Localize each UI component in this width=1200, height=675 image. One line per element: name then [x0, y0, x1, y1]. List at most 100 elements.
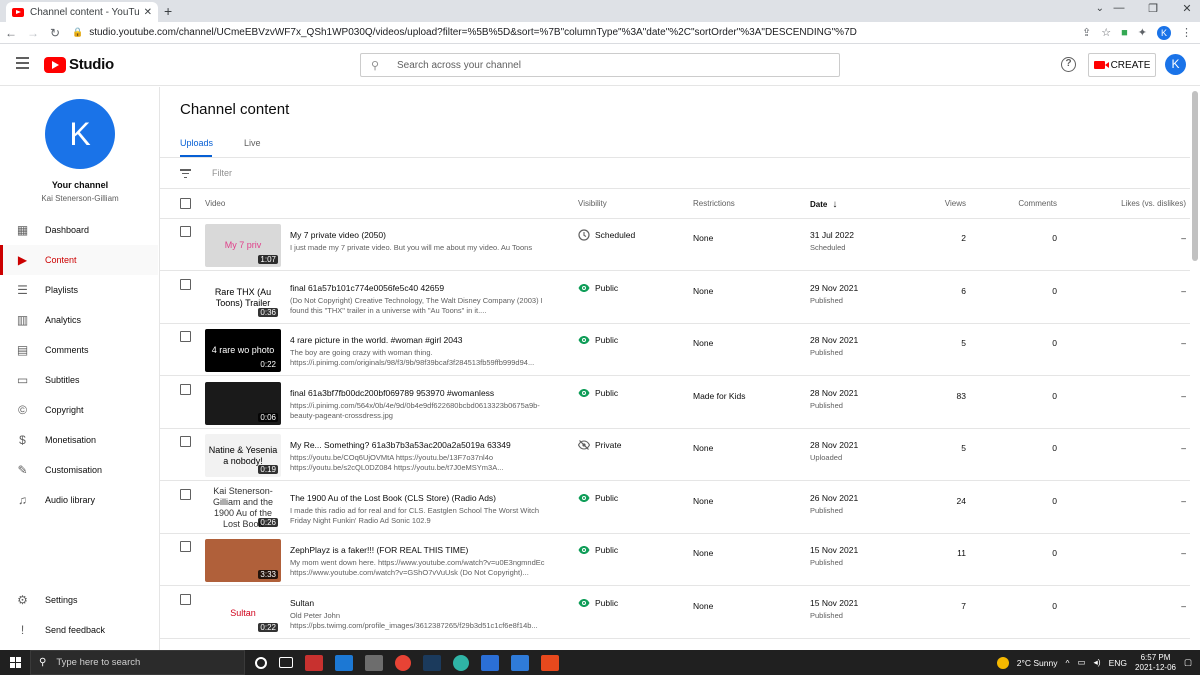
table-row[interactable]: Kai Stenerson-Gilliam and the 1900 Au of…	[160, 482, 1190, 534]
cortana-icon[interactable]	[255, 656, 267, 669]
mail-icon[interactable]	[335, 654, 353, 671]
video-title[interactable]: ZephPlayz is a faker!!! (FOR REAL THIS T…	[290, 545, 558, 555]
video-thumbnail[interactable]: My 7 priv 1:07	[205, 224, 281, 267]
sidebar-item-audio-library[interactable]: ♫ Audio library	[0, 485, 158, 515]
sidebar-item-subtitles[interactable]: ▭ Subtitles	[0, 365, 158, 395]
table-row[interactable]: 4 rare wo photo 0:22 4 rare picture in the…	[160, 324, 1190, 376]
tab-close-icon[interactable]: ✕	[144, 7, 152, 18]
column-header-date[interactable]: Date ↓	[810, 199, 837, 210]
table-row[interactable]: 0:06 final 61a3bf7fb00dc200bf069789 95397…	[160, 377, 1190, 429]
extension-icon[interactable]: ■	[1121, 27, 1128, 39]
table-row[interactable]: Natine & Yesenia a nobody! 0:19 My Re... S…	[160, 429, 1190, 481]
video-title[interactable]: The 1900 Au of the Lost Book (CLS Store)…	[290, 493, 558, 503]
puzzle-icon[interactable]: ✦	[1138, 26, 1147, 39]
video-title[interactable]: My Re... Something? 61a3b7b3a53ac200a2a5…	[290, 440, 558, 450]
close-window-button[interactable]: ✕	[1180, 2, 1194, 15]
app-icon[interactable]	[365, 654, 383, 671]
tab-uploads[interactable]: Uploads	[180, 138, 213, 148]
reload-icon[interactable]: ↻	[44, 26, 66, 40]
clock[interactable]: 6:57 PM 2021-12-06	[1135, 653, 1176, 673]
bookmark-star-icon[interactable]: ☆	[1101, 26, 1111, 39]
steam-icon[interactable]	[423, 654, 441, 671]
lock-icon[interactable]: 🔒	[72, 27, 83, 38]
store-icon[interactable]	[481, 654, 499, 671]
volume-icon[interactable]: ◂)	[1094, 657, 1101, 668]
help-icon[interactable]: ?	[1061, 57, 1076, 72]
select-all-checkbox[interactable]	[180, 198, 191, 209]
language-indicator[interactable]: ENG	[1109, 658, 1127, 668]
scrollbar-thumb[interactable]	[1192, 91, 1198, 261]
back-icon[interactable]: ←	[0, 26, 22, 40]
taskbar-search[interactable]: ⚲ Type here to search	[30, 650, 245, 675]
minimize-button[interactable]: —	[1112, 2, 1126, 15]
row-checkbox[interactable]	[180, 593, 191, 605]
tab-search-icon[interactable]: ⌄	[1096, 3, 1104, 14]
sidebar-item-analytics[interactable]: ▥ Analytics	[0, 305, 158, 335]
network-icon[interactable]: ▭	[1077, 657, 1085, 668]
row-checkbox[interactable]	[180, 331, 191, 342]
windows-start-icon[interactable]	[0, 650, 30, 675]
video-title[interactable]: My 7 private video (2050)	[290, 230, 558, 240]
visibility-dropdown[interactable]: Public	[578, 387, 618, 399]
sidebar-item-monetisation[interactable]: $ Monetisation	[0, 425, 158, 455]
visibility-dropdown[interactable]: Scheduled	[578, 229, 635, 241]
column-header-views[interactable]: Views	[945, 199, 966, 208]
sidebar-item-customisation[interactable]: ✎ Customisation	[0, 455, 158, 485]
table-row[interactable]: My 7 priv 1:07 My 7 private video (2050) I …	[160, 219, 1190, 271]
browser-profile-avatar[interactable]: K	[1157, 25, 1171, 40]
browser-tab[interactable]: Channel content - YouTube Studio ✕	[6, 2, 158, 22]
row-checkbox[interactable]	[180, 383, 191, 395]
new-tab-button[interactable]: +	[164, 3, 172, 19]
weather-text[interactable]: 2°C Sunny	[1017, 658, 1058, 668]
video-title[interactable]: final 61a57b101c774e0056fe5c40 42659	[290, 283, 558, 293]
video-title[interactable]: 4 rare picture in the world. #woman #gir…	[290, 335, 558, 345]
video-thumbnail[interactable]: Natine & Yesenia a nobody! 0:19	[205, 434, 281, 477]
sidebar-item-comments[interactable]: ▤ Comments	[0, 335, 158, 365]
row-checkbox[interactable]	[180, 226, 191, 237]
visibility-dropdown[interactable]: Public	[578, 334, 618, 346]
browser-menu-icon[interactable]: ⋮	[1181, 26, 1192, 39]
filter-icon[interactable]	[180, 169, 191, 178]
forward-icon[interactable]: →	[22, 26, 44, 40]
search-icon[interactable]: ⚲	[371, 59, 383, 72]
tab-live[interactable]: Live	[244, 138, 261, 148]
video-title[interactable]: final 61a3bf7fb00dc200bf069789 953970 #w…	[290, 388, 558, 398]
visibility-dropdown[interactable]: Public	[578, 492, 618, 504]
table-row[interactable]: Sultan 0:22 Sultan Old Peter John https://p…	[160, 587, 1190, 639]
video-title[interactable]: Sultan	[290, 598, 558, 608]
create-button[interactable]: CREATE	[1088, 53, 1156, 77]
task-view-icon[interactable]	[279, 657, 293, 668]
app-icon[interactable]	[305, 654, 323, 671]
video-thumbnail[interactable]: 0:06	[205, 381, 281, 425]
sidebar-item-playlists[interactable]: ☰ Playlists	[0, 275, 158, 305]
video-thumbnail[interactable]: Kai Stenerson-Gilliam and the 1900 Au of…	[205, 486, 281, 530]
column-header-comments[interactable]: Comments	[1018, 199, 1057, 208]
sidebar-item-content[interactable]: ▶ Content	[0, 245, 158, 275]
chrome-icon[interactable]	[395, 654, 411, 671]
sidebar-item-copyright[interactable]: © Copyright	[0, 395, 158, 425]
row-checkbox[interactable]	[180, 278, 191, 290]
notifications-icon[interactable]: ▢	[1184, 657, 1192, 668]
filter-input[interactable]: Filter	[212, 168, 232, 178]
share-icon[interactable]: ⇪	[1082, 26, 1091, 39]
video-thumbnail[interactable]: Sultan 0:22	[205, 591, 281, 635]
office-icon[interactable]	[541, 654, 559, 671]
maximize-button[interactable]: ❐	[1146, 2, 1160, 15]
video-thumbnail[interactable]: 3:33	[205, 539, 281, 582]
row-checkbox[interactable]	[180, 488, 191, 500]
sidebar-item-dashboard[interactable]: ▦ Dashboard	[0, 215, 158, 245]
table-row[interactable]: Rare THX (Au Toons) Trailer 0:36 final 61a…	[160, 272, 1190, 324]
account-avatar[interactable]: K	[1165, 54, 1186, 75]
video-thumbnail[interactable]: 4 rare wo photo 0:22	[205, 329, 281, 372]
visibility-dropdown[interactable]: Public	[578, 544, 618, 556]
channel-avatar[interactable]: K	[45, 99, 115, 169]
table-row[interactable]: 3:33 ZephPlayz is a faker!!! (FOR REAL TH…	[160, 534, 1190, 586]
tray-chevron-icon[interactable]: ^	[1065, 658, 1069, 668]
sidebar-item-send-feedback[interactable]: ! Send feedback	[0, 615, 158, 645]
app-icon[interactable]	[511, 654, 529, 671]
page-scrollbar[interactable]	[1190, 87, 1200, 650]
visibility-dropdown[interactable]: Public	[578, 282, 618, 294]
row-checkbox[interactable]	[180, 436, 191, 447]
weather-sun-icon[interactable]	[996, 656, 1009, 669]
visibility-dropdown[interactable]: Private	[577, 439, 621, 451]
